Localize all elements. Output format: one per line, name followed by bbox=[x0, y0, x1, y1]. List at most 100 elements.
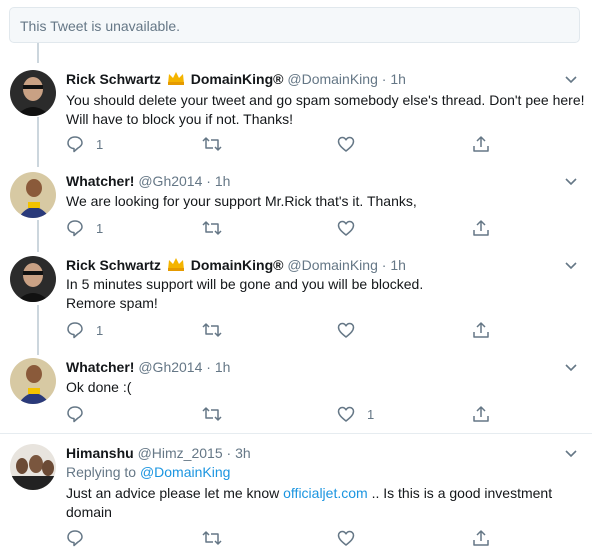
user-handle[interactable]: @DomainKing bbox=[287, 71, 377, 87]
display-name[interactable]: Whatcher! bbox=[66, 173, 134, 189]
reply-button[interactable] bbox=[66, 404, 96, 424]
tweet-actions: 1 bbox=[66, 320, 586, 340]
reply-icon bbox=[66, 529, 84, 547]
share-button[interactable] bbox=[472, 528, 490, 548]
separator-dot: · bbox=[381, 71, 387, 87]
display-name-suffix[interactable]: DomainKing® bbox=[191, 71, 284, 87]
retweet-icon bbox=[202, 529, 222, 547]
chevron-down-icon[interactable] bbox=[564, 446, 578, 460]
tweet-actions: 1 bbox=[66, 218, 586, 238]
tweet-text: You should delete your tweet and go spam… bbox=[66, 92, 585, 127]
share-icon bbox=[472, 135, 490, 153]
tweet[interactable]: Rick Schwartz DomainKing® @DomainKing · … bbox=[0, 256, 592, 346]
tweet[interactable]: Himanshu @Himz_2015 · 3h Replying to @Do… bbox=[0, 444, 592, 551]
tweet-header: Rick Schwartz DomainKing® @DomainKing · … bbox=[66, 70, 406, 88]
tweet-text: Ok done :( bbox=[66, 379, 132, 395]
tweet-header: Whatcher! @Gh2014 · 1h bbox=[66, 172, 230, 190]
like-button[interactable] bbox=[337, 134, 367, 154]
tweet-actions: 1 bbox=[66, 134, 586, 154]
chevron-down-icon[interactable] bbox=[564, 258, 578, 272]
reply-count: 1 bbox=[96, 136, 104, 152]
like-icon bbox=[337, 529, 355, 547]
separator-dot: · bbox=[206, 173, 211, 189]
tweet-link[interactable]: officialjet.com bbox=[283, 485, 368, 501]
share-button[interactable] bbox=[472, 404, 490, 424]
timestamp[interactable]: 1h bbox=[390, 257, 406, 273]
share-button[interactable] bbox=[472, 134, 490, 154]
share-button[interactable] bbox=[472, 218, 490, 238]
tweet[interactable]: Whatcher! @Gh2014 · 1h We are looking fo… bbox=[0, 172, 592, 242]
share-button[interactable] bbox=[472, 320, 490, 340]
replying-to-label: Replying to bbox=[66, 464, 140, 480]
reply-count: 1 bbox=[96, 220, 104, 236]
share-icon bbox=[472, 529, 490, 547]
divider bbox=[0, 433, 592, 434]
display-name[interactable]: Himanshu bbox=[66, 445, 134, 461]
retweet-icon bbox=[202, 321, 222, 339]
like-button[interactable]: 1 bbox=[337, 404, 374, 424]
retweet-button[interactable] bbox=[202, 218, 222, 238]
retweet-icon bbox=[202, 135, 222, 153]
display-name[interactable]: Whatcher! bbox=[66, 359, 134, 375]
tweet-actions: 1 bbox=[66, 404, 586, 424]
share-icon bbox=[472, 405, 490, 423]
replying-to: Replying to @DomainKing bbox=[66, 463, 230, 482]
retweet-icon bbox=[202, 219, 222, 237]
like-icon bbox=[337, 219, 355, 237]
like-button[interactable] bbox=[337, 218, 367, 238]
crown-icon bbox=[167, 70, 185, 90]
reply-icon bbox=[66, 135, 84, 153]
reply-button[interactable] bbox=[66, 528, 96, 548]
tweet-text-part: Just an advice please let me know bbox=[66, 485, 284, 501]
tweet-actions bbox=[66, 528, 586, 548]
user-handle[interactable]: @Gh2014 bbox=[138, 173, 202, 189]
share-icon bbox=[472, 219, 490, 237]
retweet-icon bbox=[202, 405, 222, 423]
reply-button[interactable]: 1 bbox=[66, 134, 103, 154]
reply-count: 1 bbox=[96, 322, 104, 338]
timestamp[interactable]: 1h bbox=[215, 359, 231, 375]
retweet-button[interactable] bbox=[202, 134, 222, 154]
avatar[interactable] bbox=[10, 70, 56, 116]
avatar[interactable] bbox=[10, 358, 56, 404]
like-button[interactable] bbox=[337, 320, 367, 340]
like-button[interactable] bbox=[337, 528, 367, 548]
timestamp[interactable]: 3h bbox=[235, 445, 251, 461]
user-handle[interactable]: @Himz_2015 bbox=[138, 445, 223, 461]
retweet-button[interactable] bbox=[202, 320, 222, 340]
user-handle[interactable]: @DomainKing bbox=[287, 257, 377, 273]
tweet-header: Whatcher! @Gh2014 · 1h bbox=[66, 358, 230, 376]
chevron-down-icon[interactable] bbox=[564, 174, 578, 188]
timestamp[interactable]: 1h bbox=[390, 71, 406, 87]
reply-button[interactable]: 1 bbox=[66, 320, 103, 340]
timestamp[interactable]: 1h bbox=[215, 173, 231, 189]
crown-icon bbox=[167, 256, 185, 276]
avatar[interactable] bbox=[10, 172, 56, 218]
tweet-header: Himanshu @Himz_2015 · 3h bbox=[66, 444, 251, 462]
user-handle[interactable]: @Gh2014 bbox=[138, 359, 202, 375]
tweet[interactable]: Whatcher! @Gh2014 · 1h Ok done :( 1 bbox=[0, 358, 592, 424]
display-name[interactable]: Rick Schwartz bbox=[66, 71, 161, 87]
reply-icon bbox=[66, 219, 84, 237]
reply-icon bbox=[66, 321, 84, 339]
unavailable-tweet-notice: This Tweet is unavailable. bbox=[9, 7, 580, 43]
retweet-button[interactable] bbox=[202, 404, 222, 424]
display-name[interactable]: Rick Schwartz bbox=[66, 257, 161, 273]
like-icon bbox=[337, 321, 355, 339]
chevron-down-icon[interactable] bbox=[564, 360, 578, 374]
separator-dot: · bbox=[226, 445, 232, 461]
display-name-suffix[interactable]: DomainKing® bbox=[191, 257, 284, 273]
retweet-button[interactable] bbox=[202, 528, 222, 548]
tweet[interactable]: Rick Schwartz DomainKing® @DomainKing · … bbox=[0, 70, 592, 160]
separator-dot: · bbox=[381, 257, 387, 273]
avatar[interactable] bbox=[10, 444, 56, 490]
like-icon bbox=[337, 405, 355, 423]
reply-button[interactable]: 1 bbox=[66, 218, 103, 238]
replying-to-handle[interactable]: @DomainKing bbox=[140, 464, 230, 480]
tweet-header: Rick Schwartz DomainKing® @DomainKing · … bbox=[66, 256, 406, 274]
thread-line bbox=[37, 43, 39, 63]
like-count: 1 bbox=[367, 406, 375, 422]
tweet-text: In 5 minutes support will be gone and yo… bbox=[66, 276, 424, 311]
chevron-down-icon[interactable] bbox=[564, 72, 578, 86]
avatar[interactable] bbox=[10, 256, 56, 302]
